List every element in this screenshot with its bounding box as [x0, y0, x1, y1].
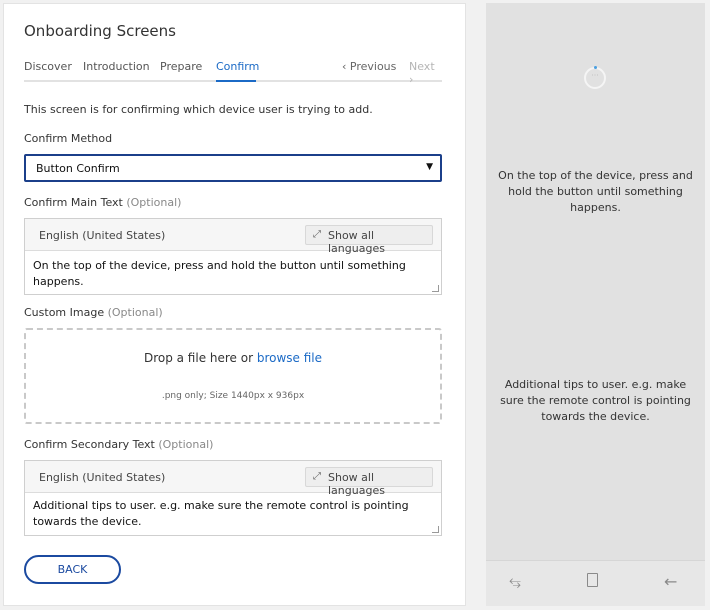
- image-requirements-hint: .png only; Size 1440px x 936px: [161, 391, 305, 401]
- confirm-secondary-text-label: Confirm Secondary Text (Optional): [24, 438, 213, 451]
- browse-file-link[interactable]: browse file: [257, 351, 322, 365]
- custom-image-label: Custom Image (Optional): [24, 306, 163, 319]
- show-all-languages-button[interactable]: ⤢ Show all languages: [305, 225, 433, 255]
- confirm-secondary-text-textarea[interactable]: Additional tips to user. e.g. make sure …: [25, 493, 441, 535]
- next-button[interactable]: Next ›: [409, 60, 442, 86]
- tab-discover[interactable]: Discover: [24, 60, 72, 73]
- confirm-main-text-value: On the top of the device, press and hold…: [33, 259, 406, 288]
- dropdown-caret-icon: ▼: [426, 162, 433, 172]
- optional-tag: (Optional): [107, 306, 163, 319]
- expand-icon: ⤢: [313, 471, 321, 482]
- language-header: English (United States) ⤢ Show all langu…: [25, 461, 441, 497]
- tab-prepare[interactable]: Prepare: [160, 60, 202, 73]
- image-dropzone[interactable]: Drop a file here or browse file .png onl…: [24, 328, 442, 424]
- previous-button[interactable]: ‹ Previous: [342, 60, 396, 73]
- drop-file-text: Drop a file here or: [143, 351, 254, 365]
- preview-main-text: On the top of the device, press and hold…: [498, 169, 693, 214]
- dropzone-text: Drop a file here or browse file: [26, 351, 440, 365]
- screen-description: This screen is for confirming which devi…: [24, 103, 373, 116]
- confirm-main-text-title: Confirm Main Text: [24, 196, 123, 209]
- language-label: English (United States): [39, 229, 166, 242]
- confirm-secondary-text-title: Confirm Secondary Text: [24, 438, 155, 451]
- step-tabs: Discover Introduction Prepare Confirm ‹ …: [24, 54, 442, 86]
- confirm-method-select[interactable]: Button Confirm ▼: [24, 154, 442, 182]
- confirm-method-value: Button Confirm: [36, 162, 120, 175]
- confirm-main-text-label: Confirm Main Text (Optional): [24, 196, 181, 209]
- optional-tag: (Optional): [126, 196, 182, 209]
- back-arrow-icon[interactable]: ←: [664, 572, 677, 591]
- language-header: English (United States) ⤢ Show all langu…: [25, 219, 441, 255]
- home-icon[interactable]: [587, 573, 598, 587]
- confirm-main-text-textarea[interactable]: On the top of the device, press and hold…: [25, 251, 441, 294]
- show-all-languages-button[interactable]: ⤢ Show all languages: [305, 467, 433, 497]
- custom-image-title: Custom Image: [24, 306, 105, 319]
- resize-handle-icon[interactable]: [432, 526, 439, 533]
- confirm-secondary-text-value: Additional tips to user. e.g. make sure …: [33, 499, 409, 528]
- onboarding-editor-panel: Onboarding Screens Discover Introduction…: [3, 3, 466, 606]
- confirm-secondary-text-box: English (United States) ⤢ Show all langu…: [24, 460, 442, 536]
- language-label: English (United States): [39, 471, 166, 484]
- expand-icon: ⤢: [313, 229, 321, 240]
- confirm-main-text-box: English (United States) ⤢ Show all langu…: [24, 218, 442, 295]
- page-title: Onboarding Screens: [24, 22, 176, 40]
- tab-introduction[interactable]: Introduction: [83, 60, 150, 73]
- active-tab-indicator: [216, 80, 256, 82]
- tab-confirm[interactable]: Confirm: [216, 60, 259, 73]
- confirm-method-label: Confirm Method: [24, 132, 113, 145]
- resize-handle-icon[interactable]: [432, 285, 439, 292]
- back-button[interactable]: BACK: [24, 555, 121, 584]
- loading-spinner-icon: ···: [584, 66, 606, 89]
- preview-secondary-text: Additional tips to user. e.g. make sure …: [500, 378, 691, 423]
- recent-apps-icon[interactable]: ⥃: [509, 572, 521, 590]
- device-preview: ··· On the top of the device, press and …: [486, 3, 705, 606]
- phone-nav-bar: ⥃ ←: [486, 560, 705, 606]
- optional-tag: (Optional): [158, 438, 214, 451]
